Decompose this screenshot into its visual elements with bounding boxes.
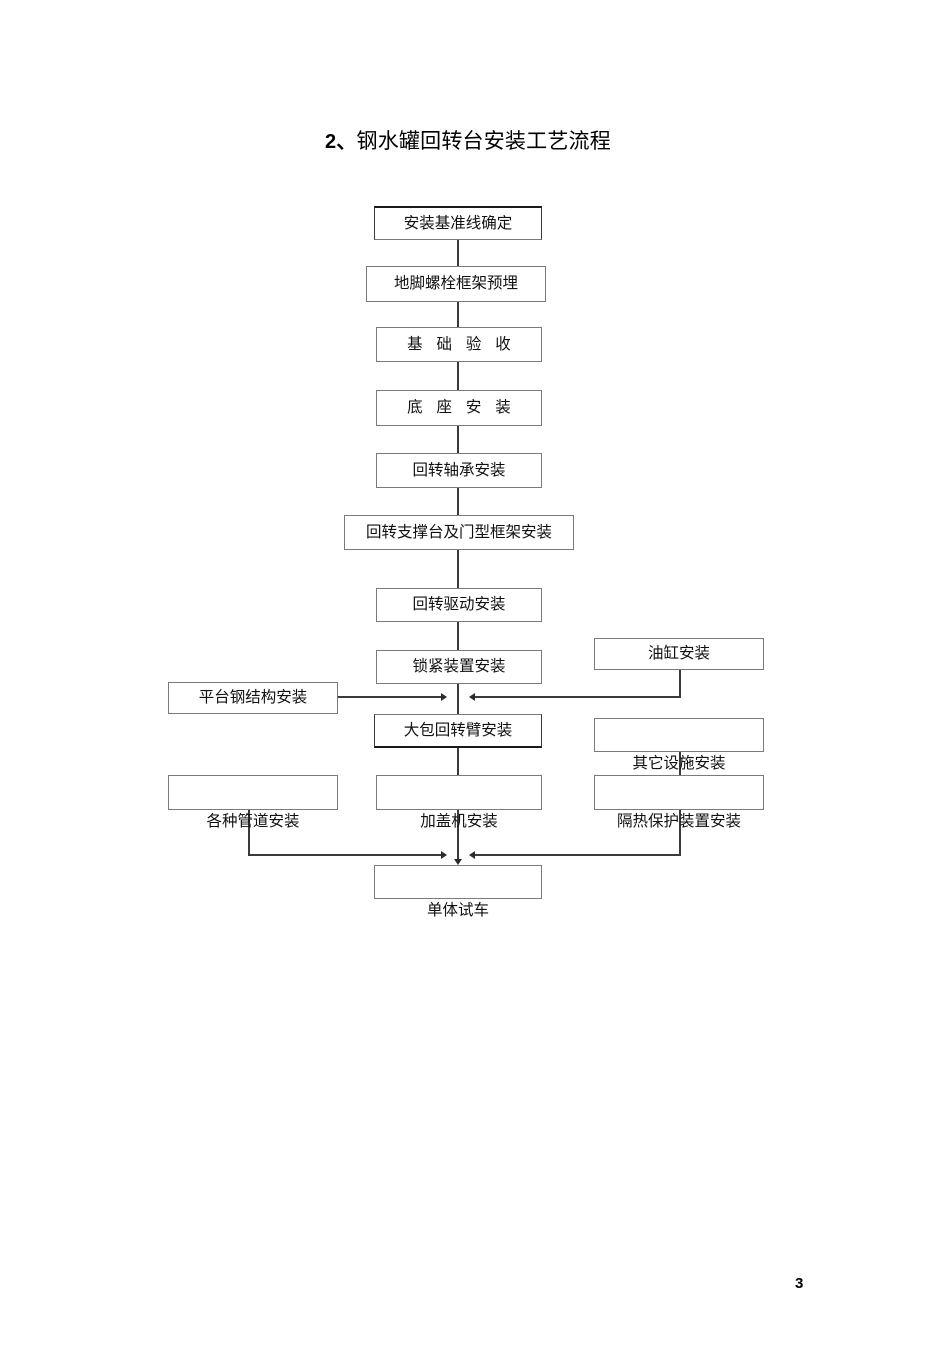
flow-node-lid-machine-installation[interactable]: [376, 775, 542, 810]
flow-node-thermal-protection-device-installation-label: 隔热保护装置安装: [616, 813, 741, 830]
flow-node-slewing-drive-installation[interactable]: 回转驱动安装: [376, 588, 542, 622]
flow-node-label: 安装基准线确定: [403, 214, 513, 232]
flow-node-thermal-protection-device-installation[interactable]: [594, 775, 764, 810]
document-page: 2、钢水罐回转台安装工艺流程 安装基准线确定 地脚螺栓框架预埋 基 础 验 收 …: [0, 0, 950, 1345]
flow-node-lid-machine-installation-label: 加盖机安装: [420, 813, 498, 830]
flow-node-various-piping-installation[interactable]: [168, 775, 338, 810]
flow-node-various-piping-installation-label: 各种管道安装: [206, 813, 300, 830]
flow-node-locking-device-installation[interactable]: 锁紧装置安装: [376, 650, 542, 684]
flow-node-label: 油缸安装: [647, 645, 710, 663]
flow-node-base-installation[interactable]: 底 座 安 装: [376, 390, 542, 426]
flow-node-label: 底 座 安 装: [407, 399, 516, 417]
flow-node-platform-steel-structure-installation[interactable]: 平台钢结构安装: [168, 682, 338, 714]
flow-node-ladle-turret-arm-installation[interactable]: 大包回转臂安装: [374, 714, 542, 748]
flow-node-label: 地脚螺栓框架预埋: [393, 275, 518, 293]
flow-node-label: 回转驱动安装: [412, 596, 506, 614]
flow-node-slewing-support-and-gate-frame-installation[interactable]: 回转支撑台及门型框架安装: [344, 515, 574, 550]
flow-node-other-facilities-installation[interactable]: [594, 718, 764, 752]
flow-node-label: 基 础 验 收: [407, 335, 516, 353]
flow-node-single-machine-test-run-label: 单体试车: [426, 902, 489, 919]
flow-node-cylinder-installation[interactable]: 油缸安装: [594, 638, 764, 670]
flow-node-label: 回转轴承安装: [412, 461, 506, 479]
page-number: 3: [795, 1275, 804, 1292]
flow-node-slewing-bearing-installation[interactable]: 回转轴承安装: [376, 453, 542, 488]
flow-node-label: 锁紧装置安装: [412, 658, 506, 676]
flow-node-anchor-bolt-frame-embedding[interactable]: 地脚螺栓框架预埋: [366, 266, 546, 302]
flow-node-label: 平台钢结构安装: [198, 689, 308, 707]
flow-node-label: 回转支撑台及门型框架安装: [365, 523, 552, 541]
flow-node-single-machine-test-run[interactable]: [374, 865, 542, 899]
flow-node-installation-datum-line[interactable]: 安装基准线确定: [374, 206, 542, 240]
flow-node-label: 大包回转臂安装: [403, 721, 513, 739]
flow-node-other-facilities-installation-label: 其它设施安装: [632, 755, 726, 772]
flow-node-foundation-acceptance[interactable]: 基 础 验 收: [376, 327, 542, 362]
